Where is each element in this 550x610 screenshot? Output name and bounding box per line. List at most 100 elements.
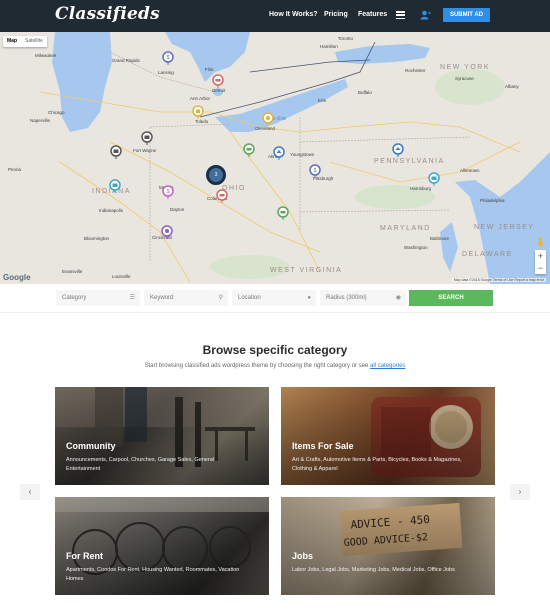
card-description: Labor Jobs, Legal Jobs, Marketing Jobs, … xyxy=(292,567,455,573)
carousel-prev-button[interactable]: ‹ xyxy=(20,484,40,500)
map-pin-camera-icon[interactable] xyxy=(109,179,121,193)
search-bar: Category ☰ Keyword ⚲ Location ● Radius (… xyxy=(0,284,550,313)
add-user-icon[interactable] xyxy=(420,10,431,20)
carousel-next-button[interactable]: › xyxy=(510,484,530,500)
target-icon: ◉ xyxy=(395,295,401,301)
city-label: Erie xyxy=(318,98,327,103)
city-label: Lansing xyxy=(158,70,174,75)
card-title: Community xyxy=(66,441,116,451)
card-description: Art & Crafts, Automotive Items & Parts, … xyxy=(292,457,462,472)
svg-text:$: $ xyxy=(167,55,170,61)
zoom-out-button[interactable]: − xyxy=(535,262,546,274)
category-select[interactable]: Category ☰ xyxy=(56,290,140,306)
keyword-input[interactable]: Keyword ⚲ xyxy=(144,290,228,306)
map-pin-shopping-icon[interactable] xyxy=(192,105,204,119)
city-label: Buffalo xyxy=(358,90,372,95)
map-pin-home-icon[interactable] xyxy=(273,146,285,160)
section-subtitle-text: Start browsing classified ads wordpress … xyxy=(144,363,369,369)
site-logo[interactable]: Classifieds xyxy=(55,4,160,24)
category-card-jobs[interactable]: ADVICE - 450 GOOD ADVICE-$2 Jobs Labor J… xyxy=(281,497,495,595)
city-label: Allentown xyxy=(460,168,480,173)
zoom-in-button[interactable]: + xyxy=(535,250,546,262)
svg-text:$: $ xyxy=(314,168,317,174)
street-view-pegman-icon[interactable] xyxy=(537,237,544,248)
city-label: Toronto xyxy=(338,36,354,41)
city-label: Indianapolis xyxy=(99,208,124,213)
google-logo: Google xyxy=(3,273,31,282)
city-label: Albany xyxy=(505,84,519,89)
city-label: Washington xyxy=(404,245,428,250)
map-pin-car-icon[interactable] xyxy=(243,143,255,157)
city-label: Cleveland xyxy=(255,126,276,131)
map-pin-money-icon[interactable]: $ xyxy=(162,185,174,199)
location-input[interactable]: Location ● xyxy=(232,290,316,306)
all-categories-link[interactable]: all categories xyxy=(370,363,405,369)
card-title: Jobs xyxy=(292,551,314,561)
hamburger-menu-icon[interactable] xyxy=(396,11,405,20)
map-type-satellite[interactable]: Satellite xyxy=(21,36,47,47)
city-label: Dayton xyxy=(170,207,185,212)
map-pin-briefcase-icon[interactable] xyxy=(141,131,153,145)
map-pin-car-icon[interactable] xyxy=(277,206,289,220)
search-button[interactable]: SEARCH xyxy=(409,290,493,306)
state-label: MARYLAND xyxy=(380,225,431,232)
state-label: PENNSYLVANIA xyxy=(374,158,445,165)
city-label: Philadelphia xyxy=(480,198,505,203)
radius-select[interactable]: Radius (300mi) ◉ xyxy=(320,290,406,306)
map-pin-tag-icon[interactable] xyxy=(161,225,173,239)
card-description: Announcements, Carpool, Churches, Garage… xyxy=(66,457,214,472)
nav-pricing[interactable]: Pricing xyxy=(324,11,348,18)
submit-ad-button[interactable]: SUBMIT AD xyxy=(443,8,490,22)
map-type-toggle: Map Satellite xyxy=(3,36,47,47)
city-label: Rochester xyxy=(405,68,426,73)
city-label: Milwaukee xyxy=(35,53,57,58)
map-type-map[interactable]: Map xyxy=(3,36,21,47)
map-pin-car-icon[interactable] xyxy=(212,74,224,88)
city-label: Harrisburg xyxy=(410,186,432,191)
search-icon: ⚲ xyxy=(218,295,223,301)
card-title: Items For Sale xyxy=(292,441,354,451)
card-title: For Rent xyxy=(66,551,103,561)
map-pin-briefcase-icon[interactable] xyxy=(110,145,122,159)
top-navbar: Classifieds How It Works? Pricing Featur… xyxy=(0,0,550,32)
location-placeholder: Location xyxy=(238,295,261,301)
map-pin-camera-icon[interactable] xyxy=(428,172,440,186)
marker-cluster[interactable]: 3 xyxy=(206,165,226,185)
map-pin-food-icon[interactable] xyxy=(262,112,274,126)
svg-text:$: $ xyxy=(167,189,170,195)
category-card-for-rent[interactable]: For Rent Apartments, Condos For Rent, Ho… xyxy=(55,497,269,595)
category-select-value: Category xyxy=(62,295,87,301)
city-label: Toledo xyxy=(195,119,209,124)
map-view[interactable]: Map Satellite Lake Erie NEW YORK PENNSYL… xyxy=(0,32,550,284)
city-label: Hamilton xyxy=(320,44,338,49)
city-label: Peoria xyxy=(8,167,22,172)
state-label: NEW YORK xyxy=(440,64,490,71)
state-label: NEW JERSEY xyxy=(474,224,535,231)
category-card-items-for-sale[interactable]: Items For Sale Art & Crafts, Automotive … xyxy=(281,387,495,485)
city-label: Bloomington xyxy=(84,236,110,241)
keyword-placeholder: Keyword xyxy=(150,295,174,301)
city-label: Evansville xyxy=(62,269,83,274)
city-label: Louisville xyxy=(112,274,131,279)
city-label: Chicago xyxy=(48,110,65,115)
city-label: Flint xyxy=(205,67,214,72)
state-label: WEST VIRGINIA xyxy=(270,267,343,274)
city-label: Baltimore xyxy=(430,236,450,241)
map-pin-money-icon[interactable]: $ xyxy=(309,164,321,178)
city-label: Detroit xyxy=(212,88,226,93)
map-pin-money-icon[interactable]: $ xyxy=(162,51,174,65)
city-label: Syracuse xyxy=(455,76,474,81)
radius-value: Radius (300mi) xyxy=(326,295,367,301)
card-description: Apartments, Condos For Rent, Housing Wan… xyxy=(66,567,240,582)
city-label: Grand Rapids xyxy=(112,58,140,63)
city-label: Fort Wayne xyxy=(133,148,157,153)
map-pin-home-icon[interactable] xyxy=(392,143,404,157)
section-subtitle: Start browsing classified ads wordpress … xyxy=(0,363,550,369)
nav-features[interactable]: Features xyxy=(358,11,387,18)
map-pin-car-icon[interactable] xyxy=(216,189,228,203)
nav-how-it-works[interactable]: How It Works? xyxy=(269,11,317,18)
list-icon: ☰ xyxy=(129,295,135,301)
city-label: Naperville xyxy=(30,118,51,123)
category-card-community[interactable]: Community Announcements, Carpool, Church… xyxy=(55,387,269,485)
map-attribution[interactable]: Map data ©2015 Google Terms of Use Repor… xyxy=(451,278,546,282)
